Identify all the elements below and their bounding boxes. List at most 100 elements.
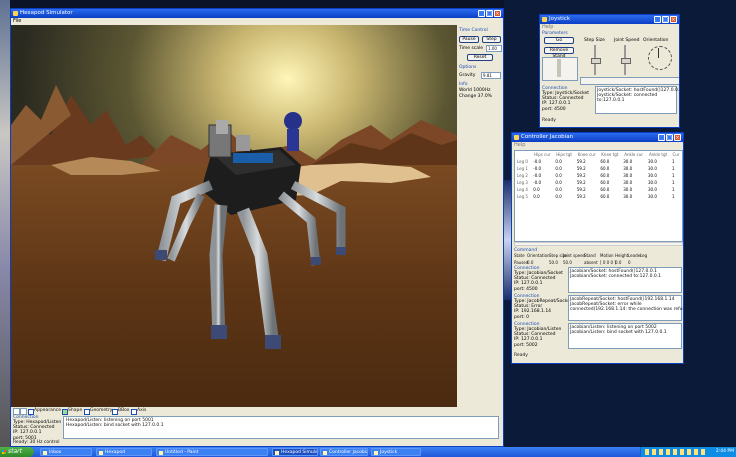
jacobian-maximize-button[interactable]: □ xyxy=(666,134,673,141)
joystick-bottom-sliders[interactable] xyxy=(580,77,679,85)
table-cell: 0.0 xyxy=(555,180,562,185)
taskbar-button-label: Controller Jacobian xyxy=(329,450,368,455)
scroll-right-icon[interactable] xyxy=(20,408,27,415)
table-cell: 30.0 xyxy=(623,187,633,192)
table-scrollbar[interactable] xyxy=(514,242,683,246)
col-header: Cur xyxy=(672,152,680,157)
jacobian-connection-log[interactable]: JacobRepeat/Socket: hostFound()192.168.1… xyxy=(568,295,683,321)
col-header: Hips cur xyxy=(534,152,551,157)
table-cell: 30.0 xyxy=(648,180,657,185)
jacobian-connection-details: Type: Jacobian/Listen Status: Connected … xyxy=(514,327,562,348)
joystick-maximize-button[interactable]: □ xyxy=(662,16,669,23)
joystick-minimize-button[interactable]: _ xyxy=(654,16,661,23)
jacobian-title-bar[interactable]: Controller Jacobian _ □ × xyxy=(512,133,683,142)
table-row[interactable]: Leg 2 -0.0 0.0 59.2 60.0 30.0 30.0 1 xyxy=(515,172,682,179)
command-header: Leg xyxy=(640,253,648,258)
table-cell: 30.0 xyxy=(648,187,657,192)
clock[interactable]: 2:44 PM xyxy=(716,447,734,457)
taskbar-button-label: Inbox xyxy=(49,450,62,455)
time-control-heading: Time Control xyxy=(459,28,488,33)
taskbar-button[interactable]: Inbox xyxy=(40,448,92,456)
joint-speed-slider-thumb[interactable] xyxy=(621,58,631,64)
joint-speed-label: Joint Speed xyxy=(614,38,640,43)
remove-stand-button[interactable]: Remove Stand xyxy=(544,47,574,59)
simulator-title-bar[interactable]: Hexapod Simulator _ □ × xyxy=(11,9,503,18)
step-size-slider-thumb[interactable] xyxy=(591,58,601,64)
command-value: 0.0 xyxy=(527,260,534,265)
command-value: [ 0 0 0 ] xyxy=(600,260,616,265)
jacobian-menu-help[interactable]: Help xyxy=(512,142,683,148)
taskbar: start Inbox Hexapod Untitled - Paint Hexapo… xyxy=(0,447,736,457)
table-cell: 1 xyxy=(672,180,675,185)
minimize-button[interactable]: _ xyxy=(478,10,485,17)
connection-log[interactable]: Hexapod/Listen: listening on port 5001 H… xyxy=(63,416,499,439)
system-tray: 2:44 PM xyxy=(640,447,736,457)
taskbar-button[interactable]: Hexapod Simulator xyxy=(272,448,318,456)
table-cell: 59.2 xyxy=(576,187,586,192)
label-shape: Shape xyxy=(68,408,83,413)
leg-label: Leg 2 xyxy=(517,173,528,178)
joystick-title-bar[interactable]: Joystick _ □ × xyxy=(540,15,679,24)
jacobian-connection-log[interactable]: Jacobian/Socket: hostFound()127.0.0.1 Ja… xyxy=(568,267,682,293)
go-button[interactable]: Go xyxy=(544,37,574,44)
step-button[interactable]: Step xyxy=(482,36,501,43)
jacobian-close-button[interactable]: × xyxy=(674,134,681,141)
table-row[interactable]: Leg 0 -0.0 0.0 59.2 60.0 30.0 30.0 1 xyxy=(515,158,682,165)
table-cell: -0.0 xyxy=(533,173,542,178)
table-cell: 30.0 xyxy=(623,173,633,178)
table-row[interactable]: Leg 4 0.0 0.0 59.2 60.0 30.0 30.0 1 xyxy=(515,186,682,193)
table-cell: 30.0 xyxy=(648,194,657,199)
start-label: start xyxy=(8,448,22,455)
taskbar-button[interactable]: Hexapod xyxy=(96,448,152,456)
command-value: 50.0 xyxy=(549,260,558,265)
time-scale-input[interactable]: 1.00 xyxy=(486,45,502,52)
table-cell: 30.0 xyxy=(648,173,657,178)
table-cell: 30.0 xyxy=(623,194,633,199)
simulator-menu-file[interactable]: File xyxy=(11,18,503,24)
jacobian-connection-details: Type: Jacobian/Socket Status: Connected … xyxy=(514,271,563,292)
table-cell: 30.0 xyxy=(623,166,633,171)
taskbar-button[interactable]: Untitled - Paint xyxy=(156,448,268,456)
table-cell: 0.0 xyxy=(533,194,540,199)
options-heading: Options xyxy=(459,65,477,70)
table-cell: 1 xyxy=(672,166,675,171)
joystick-close-button[interactable]: × xyxy=(670,16,677,23)
orientation-dial[interactable] xyxy=(648,46,672,70)
pause-button[interactable]: Pause xyxy=(459,36,479,43)
command-header: Stand xyxy=(584,253,596,258)
jacobian-connection-log[interactable]: Jacobian/Listen: listening on port 5002 … xyxy=(568,323,682,349)
taskbar-button-label: Untitled - Paint xyxy=(165,450,199,455)
jacobian-minimize-button[interactable]: _ xyxy=(658,134,665,141)
table-row[interactable]: Leg 1 -0.0 0.0 59.2 60.0 30.0 30.0 1 xyxy=(515,165,682,172)
simulator-title: Hexapod Simulator xyxy=(20,10,73,16)
parameters-heading: Parameters xyxy=(542,31,568,36)
controller-jacobian-window: Controller Jacobian _ □ × Help Hips cur … xyxy=(511,132,684,364)
table-cell: 59.2 xyxy=(576,159,586,164)
leg-label: Leg 3 xyxy=(517,180,528,185)
taskbar-button[interactable]: Controller Jacobian xyxy=(320,448,368,456)
joystick-menu-help[interactable]: Help xyxy=(540,24,679,30)
taskbar-button[interactable]: Joystick xyxy=(371,448,421,456)
joystick-window: Joystick _ □ × Help Parameters Go Remove… xyxy=(539,14,680,128)
table-cell: 0.0 xyxy=(555,166,562,171)
table-cell: 1 xyxy=(672,187,675,192)
start-button[interactable]: start xyxy=(0,447,34,457)
table-row[interactable]: Leg 3 -0.0 0.0 59.2 60.0 30.0 30.0 1 xyxy=(515,179,682,186)
joystick-connection-log[interactable]: Joystick/Socket: hostFound()127.0.0.1 Jo… xyxy=(595,86,679,114)
scroll-left-icon[interactable] xyxy=(13,408,20,415)
joystick-pad-thumb[interactable] xyxy=(557,59,561,77)
tray-icons[interactable] xyxy=(645,449,705,455)
taskbar-app-icon xyxy=(43,451,47,455)
table-row[interactable]: Leg 5 0.0 0.0 59.2 60.0 30.0 30.0 1 xyxy=(515,193,682,200)
close-button[interactable]: × xyxy=(494,10,501,17)
simulation-viewport[interactable] xyxy=(11,25,457,407)
reset-button[interactable]: Reset xyxy=(467,54,493,61)
command-value: absent xyxy=(584,260,598,265)
gravity-input[interactable]: 9.81 xyxy=(481,72,501,79)
maximize-button[interactable]: □ xyxy=(486,10,493,17)
table-cell: -0.0 xyxy=(533,166,542,171)
table-cell: 1 xyxy=(672,194,675,199)
leg-state-table[interactable]: Hips cur Hips tgt Knee cur Knee tgt Ankl… xyxy=(514,150,683,242)
command-value: 0 xyxy=(628,260,631,265)
command-header: Joint speed xyxy=(563,253,586,258)
